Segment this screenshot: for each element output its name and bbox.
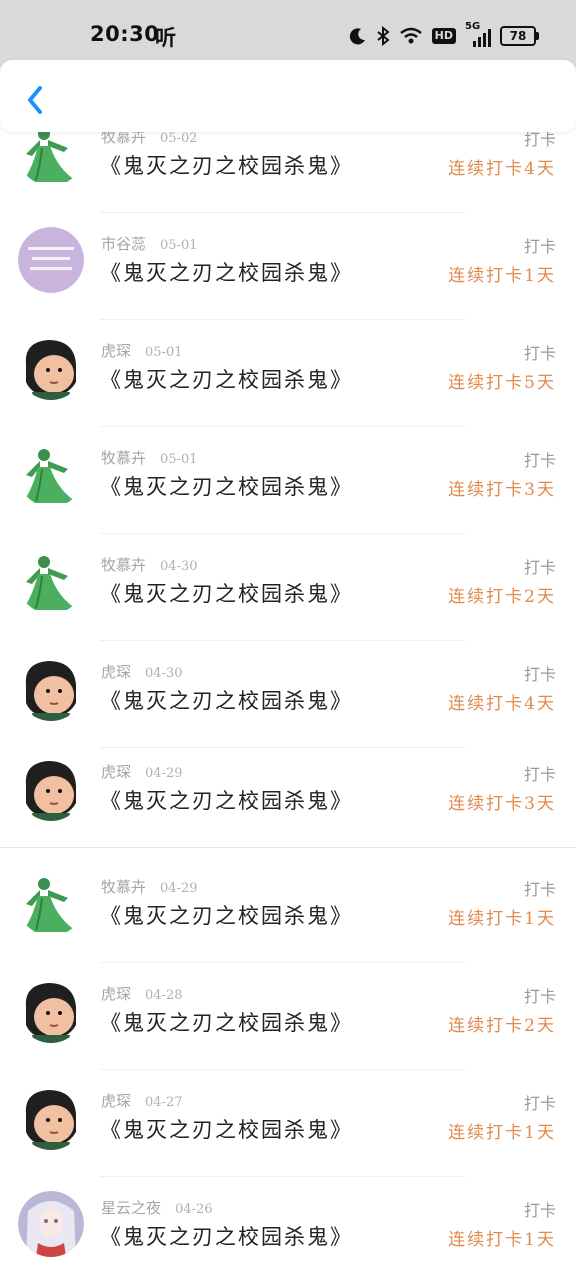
- username: 虎琛: [101, 1092, 132, 1110]
- list-item[interactable]: 虎琛 04-27 《鬼灭之刃之校园杀鬼》 打卡 连续打卡1天: [0, 1070, 576, 1177]
- green-figure-icon: [22, 878, 78, 932]
- streak-label: 连续打卡4天: [448, 694, 556, 714]
- chevron-left-icon: [28, 86, 42, 114]
- book-title: 《鬼灭之刃之校园杀鬼》: [100, 154, 353, 178]
- streak-label: 连续打卡5天: [448, 373, 556, 393]
- status-label: 打卡: [523, 451, 556, 470]
- streak-label: 连续打卡2天: [448, 587, 556, 607]
- green-figure-icon: [22, 556, 78, 610]
- cartoon-face-icon: [25, 761, 76, 821]
- avatar[interactable]: [18, 977, 84, 1043]
- date: 04-30: [160, 559, 198, 574]
- cartoon-face-icon: [25, 661, 76, 721]
- avatar[interactable]: [18, 1084, 84, 1150]
- date: 04-28: [145, 988, 183, 1003]
- streak-label: 连续打卡3天: [448, 794, 556, 814]
- avatar[interactable]: [18, 870, 84, 936]
- date: 04-29: [160, 881, 198, 896]
- status-label: 打卡: [523, 1094, 556, 1113]
- date: 05-01: [145, 345, 183, 360]
- streak-label: 连续打卡2天: [448, 1016, 556, 1036]
- book-title: 《鬼灭之刃之校园杀鬼》: [100, 582, 353, 606]
- username: 虎琛: [101, 342, 132, 360]
- list-item[interactable]: 牧慕卉 04-29 《鬼灭之刃之校园杀鬼》 打卡 连续打卡1天: [0, 856, 576, 963]
- username: 星云之夜: [101, 1199, 162, 1217]
- list-item[interactable]: 星云之夜 04-26 《鬼灭之刃之校园杀鬼》 打卡 连续打卡1天: [0, 1177, 576, 1284]
- status-label: 打卡: [523, 344, 556, 363]
- streak-label: 连续打卡1天: [448, 266, 556, 286]
- status-label: 打卡: [523, 237, 556, 256]
- username: 虎琛: [101, 663, 132, 681]
- streak-label: 连续打卡1天: [448, 1123, 556, 1143]
- date: 04-30: [145, 666, 183, 681]
- checkin-list: 牧慕卉 05-02 《鬼灭之刃之校园杀鬼》 打卡 连续打卡4天 市谷蕊 05-01 …: [0, 0, 576, 1280]
- book-title: 《鬼灭之刃之校园杀鬼》: [100, 789, 353, 813]
- list-item[interactable]: 虎琛 04-29 《鬼灭之刃之校园杀鬼》 打卡 连续打卡3天: [0, 741, 576, 848]
- cartoon-face-icon: [25, 1090, 76, 1150]
- list-item[interactable]: 虎琛 04-30 《鬼灭之刃之校园杀鬼》 打卡 连续打卡4天: [0, 641, 576, 748]
- username: 牧慕卉: [101, 556, 147, 574]
- username: 牧慕卉: [101, 449, 147, 467]
- date: 05-02: [160, 131, 198, 146]
- book-title: 《鬼灭之刃之校园杀鬼》: [100, 689, 353, 713]
- list-item[interactable]: 虎琛 04-28 《鬼灭之刃之校园杀鬼》 打卡 连续打卡2天: [0, 963, 576, 1070]
- book-title: 《鬼灭之刃之校园杀鬼》: [100, 1118, 353, 1142]
- cartoon-face-icon: [25, 340, 76, 400]
- date: 04-29: [145, 766, 183, 781]
- anime-girl-icon: [18, 1191, 84, 1257]
- username: 虎琛: [101, 763, 132, 781]
- streak-label: 连续打卡1天: [448, 909, 556, 929]
- avatar[interactable]: [18, 334, 84, 400]
- list-item[interactable]: 市谷蕊 05-01 《鬼灭之刃之校园杀鬼》 打卡 连续打卡1天: [0, 213, 576, 320]
- book-title: 《鬼灭之刃之校园杀鬼》: [100, 368, 353, 392]
- username: 牧慕卉: [101, 878, 147, 896]
- status-label: 打卡: [523, 987, 556, 1006]
- status-label: 打卡: [523, 1201, 556, 1220]
- purple-text-avatar-icon: [18, 227, 84, 293]
- streak-label: 连续打卡3天: [448, 480, 556, 500]
- username: 虎琛: [101, 985, 132, 1003]
- date: 04-27: [145, 1095, 183, 1110]
- book-title: 《鬼灭之刃之校园杀鬼》: [100, 1225, 353, 1249]
- book-title: 《鬼灭之刃之校园杀鬼》: [100, 261, 353, 285]
- avatar[interactable]: [18, 227, 84, 293]
- back-button[interactable]: [18, 80, 54, 120]
- top-navigation-bar: [0, 60, 576, 132]
- status-label: 打卡: [523, 665, 556, 684]
- book-title: 《鬼灭之刃之校园杀鬼》: [100, 904, 353, 928]
- avatar[interactable]: [18, 655, 84, 721]
- status-label: 打卡: [523, 880, 556, 899]
- book-title: 《鬼灭之刃之校园杀鬼》: [100, 1011, 353, 1035]
- status-label: 打卡: [523, 558, 556, 577]
- list-item[interactable]: 牧慕卉 05-01 《鬼灭之刃之校园杀鬼》 打卡 连续打卡3天: [0, 427, 576, 534]
- date: 04-26: [175, 1202, 213, 1217]
- book-title: 《鬼灭之刃之校园杀鬼》: [100, 475, 353, 499]
- streak-label: 连续打卡4天: [448, 159, 556, 179]
- divider: [0, 847, 576, 848]
- green-figure-icon: [22, 449, 78, 503]
- date: 05-01: [160, 452, 198, 467]
- avatar[interactable]: [18, 755, 84, 821]
- avatar[interactable]: [18, 1191, 84, 1257]
- streak-label: 连续打卡1天: [448, 1230, 556, 1250]
- avatar[interactable]: [18, 441, 84, 507]
- list-item[interactable]: 虎琛 05-01 《鬼灭之刃之校园杀鬼》 打卡 连续打卡5天: [0, 320, 576, 427]
- username: 市谷蕊: [101, 235, 147, 253]
- list-item[interactable]: 牧慕卉 04-30 《鬼灭之刃之校园杀鬼》 打卡 连续打卡2天: [0, 534, 576, 641]
- status-label: 打卡: [523, 765, 556, 784]
- cartoon-face-icon: [25, 983, 76, 1043]
- date: 05-01: [160, 238, 198, 253]
- avatar[interactable]: [18, 548, 84, 614]
